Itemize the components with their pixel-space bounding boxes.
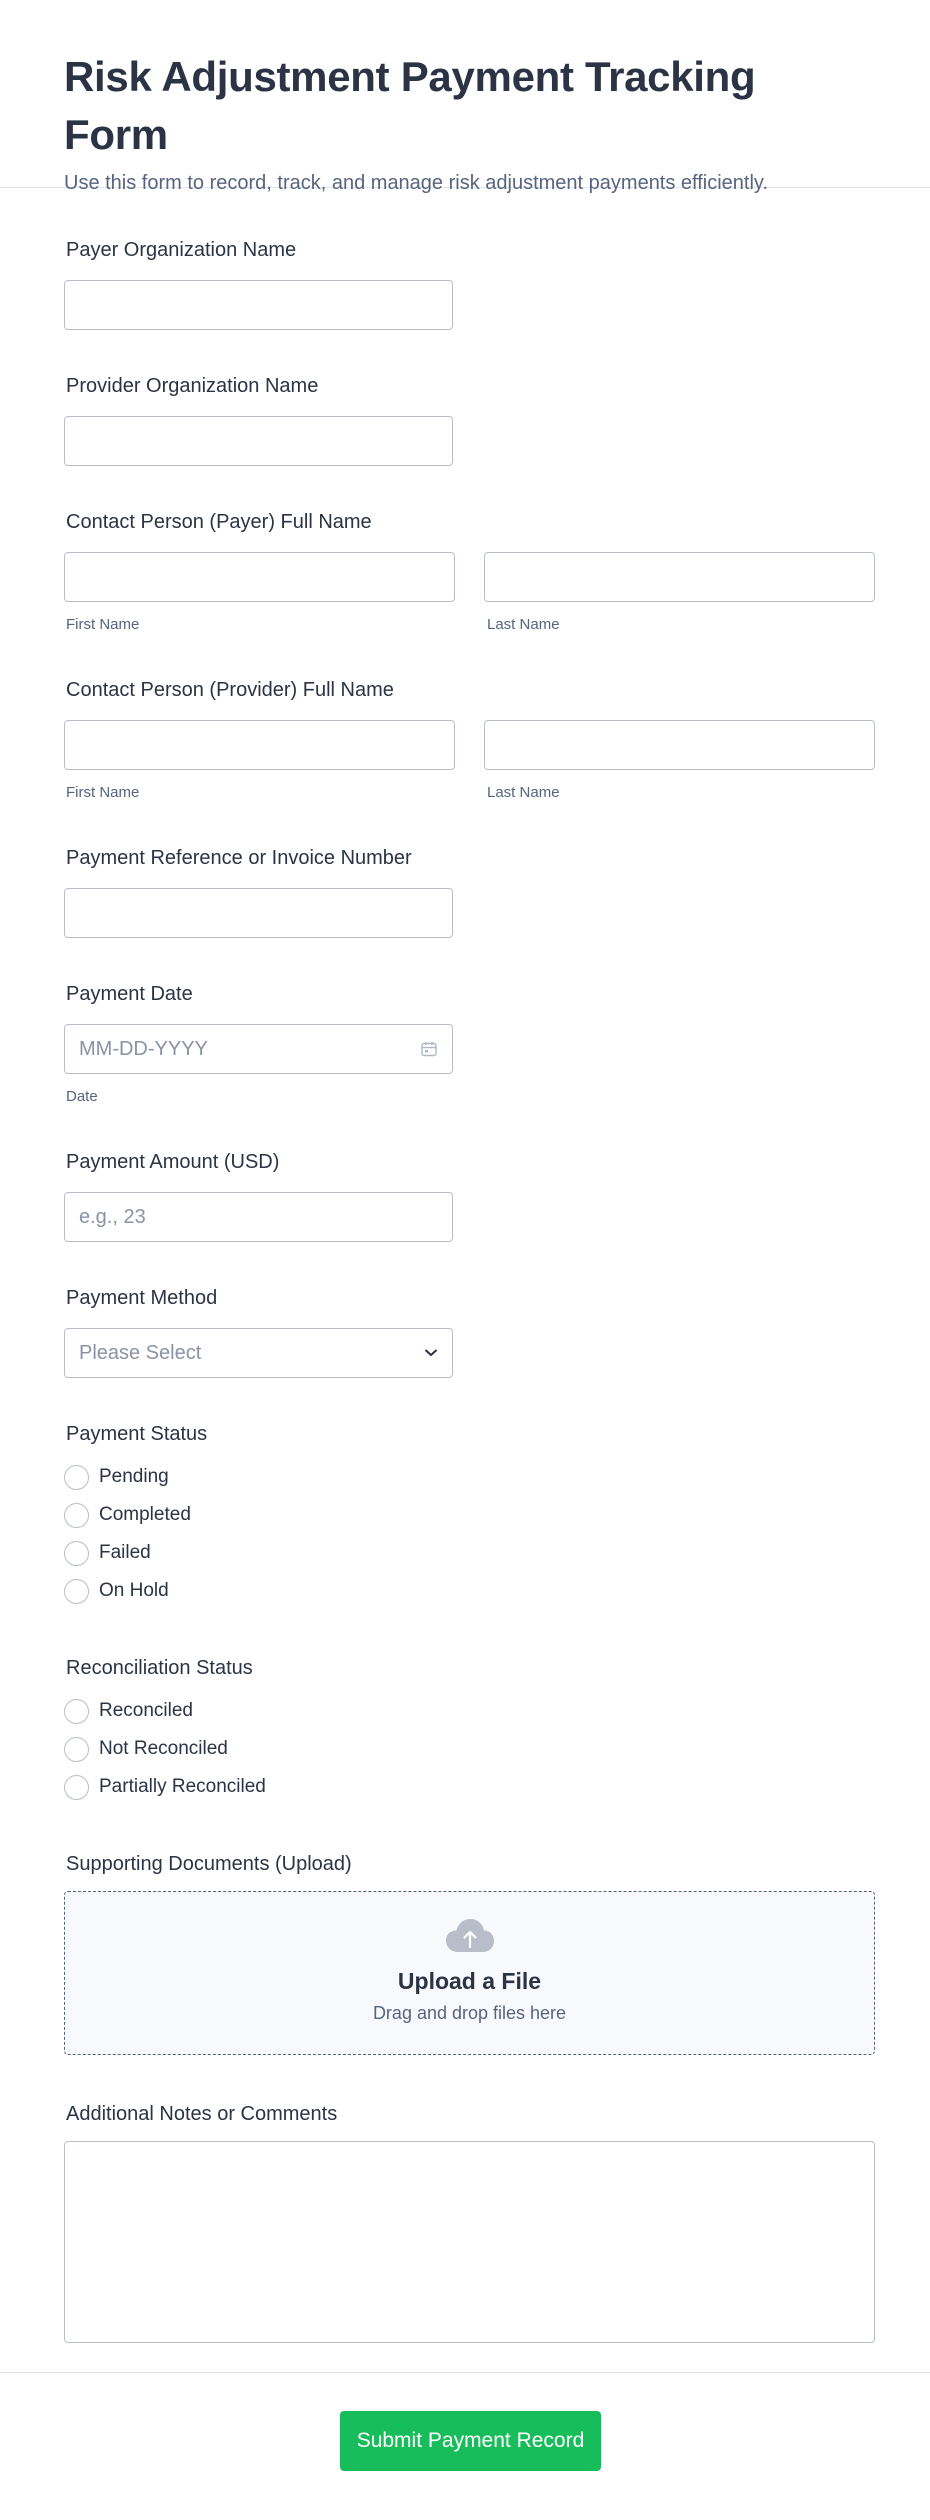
radio-button[interactable] bbox=[64, 1774, 89, 1800]
status-option-completed[interactable]: Completed bbox=[64, 1501, 191, 1529]
file-upload-dropzone[interactable]: Upload a File Drag and drop files here bbox=[64, 1891, 875, 2055]
provider-contact-field: Contact Person (Provider) Full Name bbox=[64, 677, 394, 703]
method-label: Payment Method bbox=[66, 1287, 218, 1309]
method-select[interactable]: Please Select bbox=[64, 1328, 453, 1378]
payment-date-label: Payment Date bbox=[66, 983, 193, 1005]
upload-title: Upload a File bbox=[397, 1968, 542, 1994]
payer-org-input[interactable] bbox=[64, 280, 453, 330]
provider-last-name-sublabel: Last Name bbox=[487, 784, 560, 801]
payer-contact-field: Contact Person (Payer) Full Name bbox=[64, 509, 372, 535]
notes-label: Additional Notes or Comments bbox=[66, 2103, 338, 2125]
payer-contact-label: Contact Person (Payer) Full Name bbox=[66, 511, 372, 533]
payer-first-name-input[interactable] bbox=[64, 552, 455, 602]
form-footer: Submit Payment Record bbox=[0, 2372, 930, 2520]
payment-date-sublabel: Date bbox=[66, 1088, 98, 1105]
reconciliation-field: Reconciliation Status bbox=[64, 1655, 253, 1681]
payment-date-placeholder: MM-DD-YYYY bbox=[79, 1037, 208, 1060]
status-option-label: Failed bbox=[99, 1542, 151, 1563]
payer-last-name-sublabel: Last Name bbox=[487, 616, 560, 633]
amount-field: Payment Amount (USD) bbox=[64, 1149, 279, 1175]
amount-placeholder: e.g., 23 bbox=[79, 1205, 146, 1228]
radio-button[interactable] bbox=[64, 1736, 89, 1762]
status-option-label: On Hold bbox=[99, 1580, 169, 1601]
amount-label: Payment Amount (USD) bbox=[66, 1151, 280, 1173]
status-option-on-hold[interactable]: On Hold bbox=[64, 1577, 169, 1605]
provider-first-name-input[interactable] bbox=[64, 720, 455, 770]
provider-contact-label: Contact Person (Provider) Full Name bbox=[66, 679, 394, 701]
provider-org-input[interactable] bbox=[64, 416, 453, 466]
payment-date-input[interactable]: MM-DD-YYYY bbox=[64, 1024, 453, 1074]
amount-input[interactable]: e.g., 23 bbox=[64, 1192, 453, 1242]
payer-last-name-input[interactable] bbox=[484, 552, 875, 602]
reconciliation-option-partially-reconciled[interactable]: Partially Reconciled bbox=[64, 1773, 266, 1801]
reconciliation-option-label: Reconciled bbox=[99, 1700, 193, 1721]
provider-first-name-sublabel: First Name bbox=[66, 784, 140, 801]
status-option-label: Completed bbox=[99, 1504, 191, 1525]
reference-label: Payment Reference or Invoice Number bbox=[66, 847, 412, 869]
form-subtitle: Use this form to record, track, and mana… bbox=[64, 172, 769, 194]
radio-button[interactable] bbox=[64, 1698, 89, 1724]
radio-button[interactable] bbox=[64, 1464, 89, 1490]
status-field: Payment Status bbox=[64, 1421, 207, 1447]
cloud-upload-icon bbox=[65, 1918, 874, 1954]
payer-first-name-sublabel: First Name bbox=[66, 616, 140, 633]
provider-org-field: Provider Organization Name bbox=[64, 373, 318, 399]
reconciliation-option-label: Not Reconciled bbox=[99, 1738, 228, 1759]
payer-org-field: Payer Organization Name bbox=[64, 237, 296, 263]
status-option-label: Pending bbox=[99, 1466, 169, 1487]
upload-subtitle: Drag and drop files here bbox=[372, 2003, 567, 2023]
radio-button[interactable] bbox=[64, 1540, 89, 1566]
radio-button[interactable] bbox=[64, 1502, 89, 1528]
upload-label: Supporting Documents (Upload) bbox=[66, 1853, 352, 1875]
notes-textarea[interactable] bbox=[64, 2141, 875, 2343]
payer-org-label: Payer Organization Name bbox=[66, 239, 297, 261]
method-selected-value: Please Select bbox=[79, 1341, 202, 1364]
reconciliation-option-label: Partially Reconciled bbox=[99, 1776, 266, 1797]
method-field: Payment Method bbox=[64, 1285, 217, 1311]
chevron-down-icon bbox=[424, 1348, 438, 1358]
reconciliation-label: Reconciliation Status bbox=[66, 1657, 253, 1679]
submit-button[interactable]: Submit Payment Record bbox=[340, 2411, 601, 2471]
status-option-failed[interactable]: Failed bbox=[64, 1539, 151, 1567]
form-header: Risk Adjustment Payment Tracking Form Us… bbox=[0, 0, 930, 194]
reconciliation-option-reconciled[interactable]: Reconciled bbox=[64, 1697, 193, 1725]
reference-field: Payment Reference or Invoice Number bbox=[64, 845, 412, 871]
radio-button[interactable] bbox=[64, 1578, 89, 1604]
provider-last-name-input[interactable] bbox=[484, 720, 875, 770]
payment-date-field: Payment Date bbox=[64, 981, 193, 1007]
notes-field: Additional Notes or Comments bbox=[64, 2101, 337, 2127]
status-label: Payment Status bbox=[66, 1423, 208, 1445]
reference-input[interactable] bbox=[64, 888, 453, 938]
reconciliation-option-not-reconciled[interactable]: Not Reconciled bbox=[64, 1735, 228, 1763]
status-option-pending[interactable]: Pending bbox=[64, 1463, 169, 1491]
upload-field: Supporting Documents (Upload) bbox=[64, 1851, 352, 1877]
calendar-icon[interactable] bbox=[420, 1040, 438, 1058]
provider-org-label: Provider Organization Name bbox=[66, 375, 319, 397]
form-title: Risk Adjustment Payment Tracking Form bbox=[64, 53, 756, 158]
